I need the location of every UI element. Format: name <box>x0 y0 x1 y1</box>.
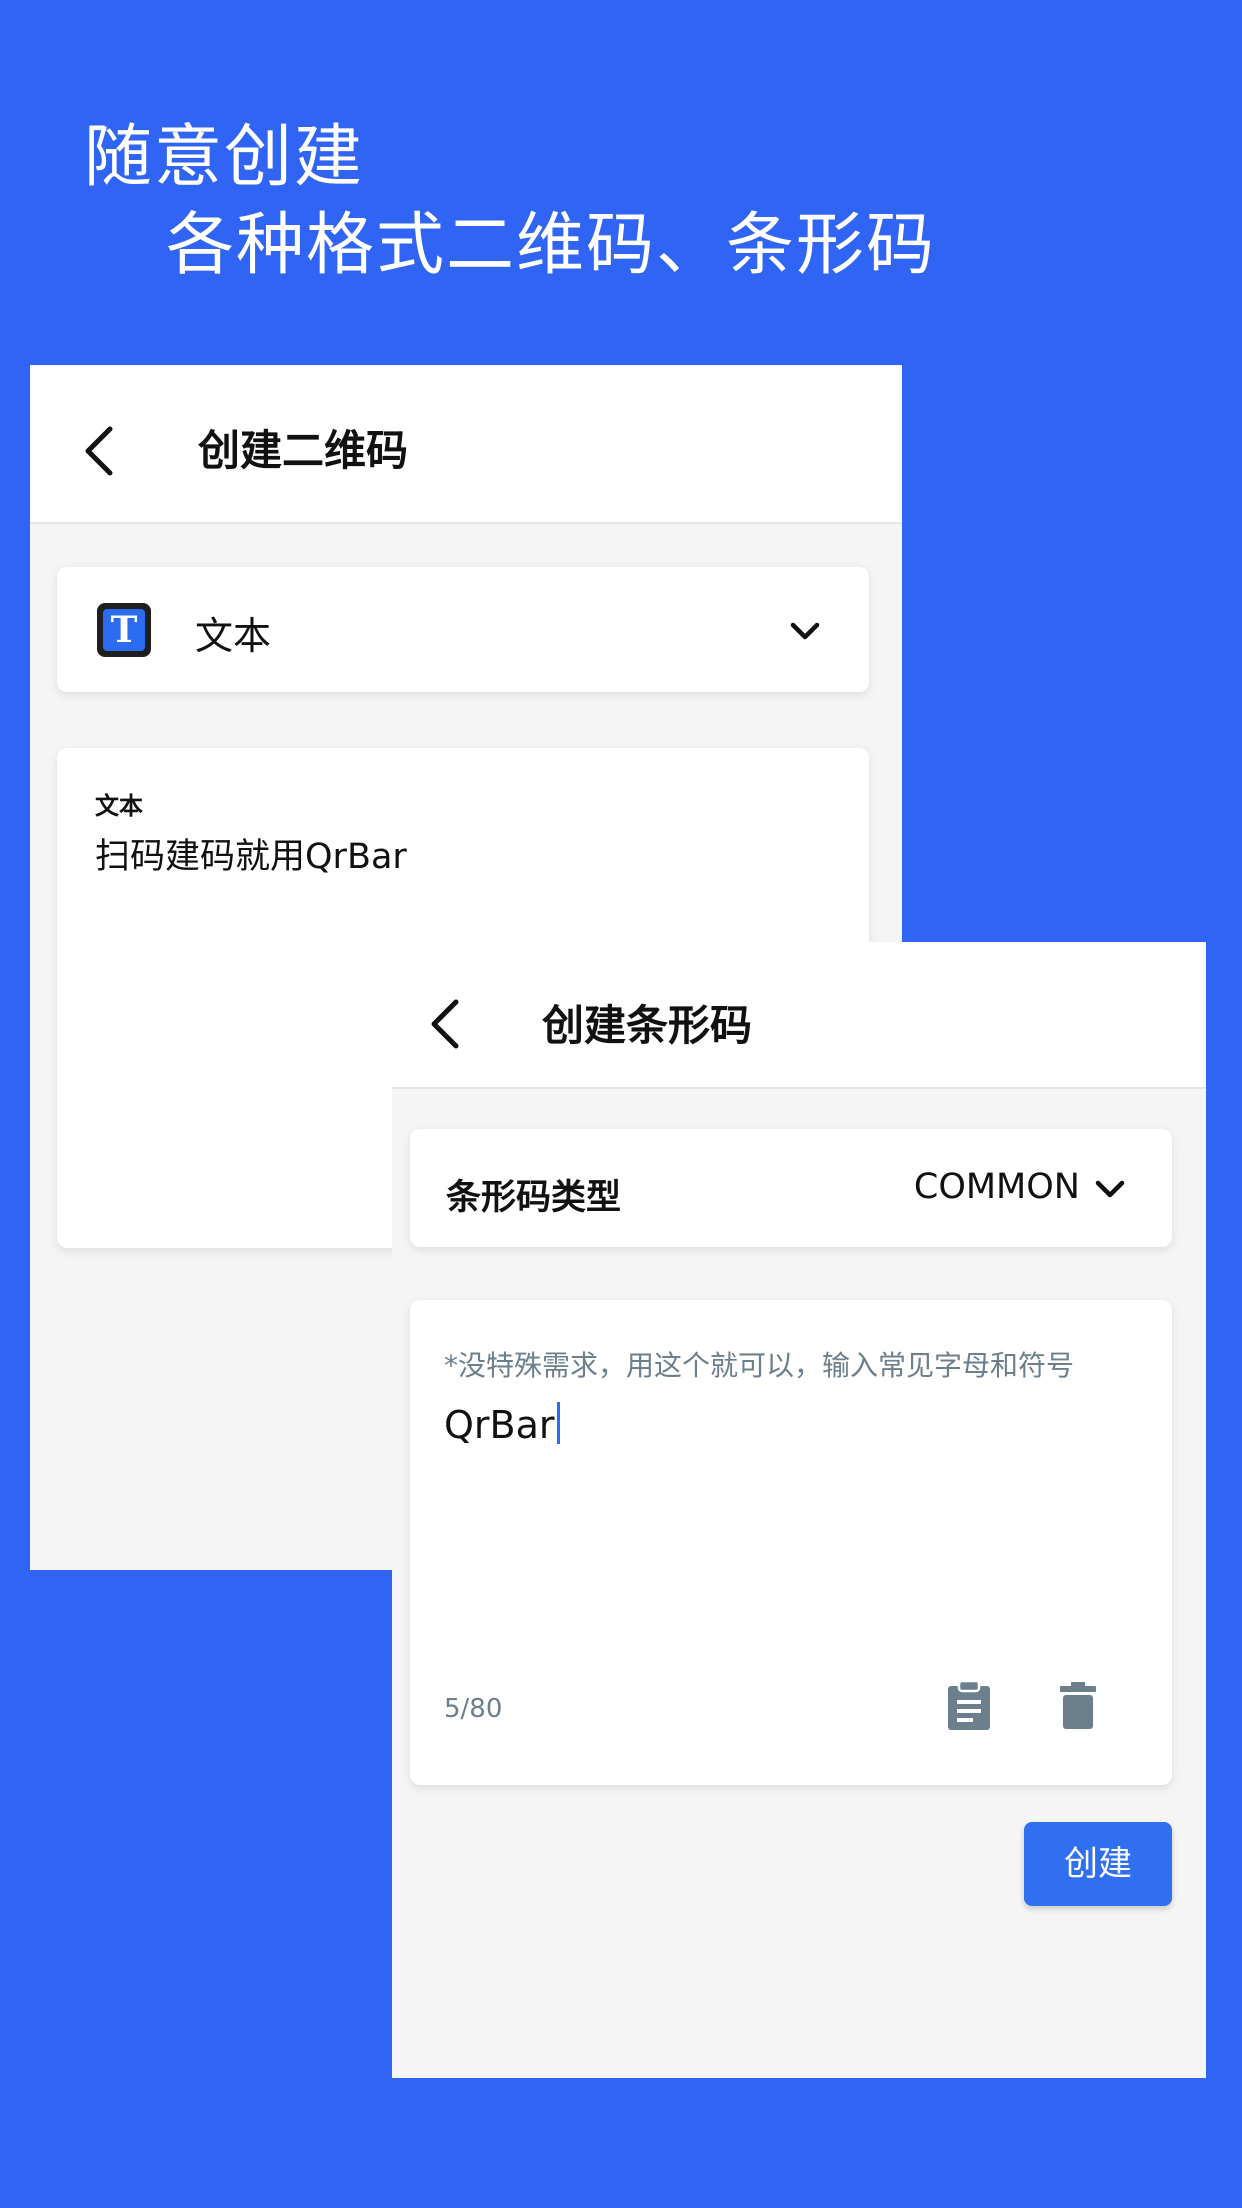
barcode-type-label: 条形码类型 <box>446 1178 622 1218</box>
chevron-down-icon <box>790 622 820 640</box>
headline-line-1: 随意创建 <box>84 118 365 197</box>
qr-text-field-value[interactable]: 扫码建码就用QrBar <box>95 828 407 879</box>
create-button[interactable]: 创建 <box>1024 1822 1172 1906</box>
barcode-create-screen: 创建条形码 条形码类型 COMMON *没特殊需求，用这个就可以，输入常见字母和… <box>392 942 1206 2078</box>
chevron-down-icon <box>1095 1180 1125 1198</box>
qr-text-field-label: 文本 <box>95 792 143 820</box>
back-arrow-icon[interactable] <box>72 421 132 481</box>
text-t-icon: T <box>97 603 151 657</box>
headline-line-2: 各种格式二维码、条形码 <box>166 206 937 285</box>
char-counter: 5/80 <box>444 1694 503 1724</box>
barcode-app-bar: 创建条形码 <box>392 942 1206 1089</box>
qr-page-title: 创建二维码 <box>198 426 409 475</box>
text-caret <box>556 1402 560 1444</box>
trash-icon[interactable] <box>1060 1682 1096 1730</box>
qr-app-bar: 创建二维码 <box>30 365 902 524</box>
barcode-input-card: *没特殊需求，用这个就可以，输入常见字母和符号 QrBar 5/80 <box>410 1300 1172 1785</box>
barcode-input-hint: *没特殊需求，用这个就可以，输入常见字母和符号 <box>444 1349 1075 1382</box>
barcode-type-dropdown[interactable]: 条形码类型 COMMON <box>410 1129 1172 1247</box>
qr-type-dropdown[interactable]: T 文本 <box>57 567 869 692</box>
barcode-input-value: QrBar <box>444 1403 555 1447</box>
paste-clipboard-icon[interactable] <box>946 1680 992 1732</box>
barcode-input-field[interactable]: QrBar <box>444 1402 560 1447</box>
barcode-type-value: COMMON <box>913 1167 1080 1207</box>
qr-type-label: 文本 <box>195 614 272 658</box>
barcode-page-title: 创建条形码 <box>542 1001 753 1050</box>
back-arrow-icon[interactable] <box>418 994 478 1054</box>
